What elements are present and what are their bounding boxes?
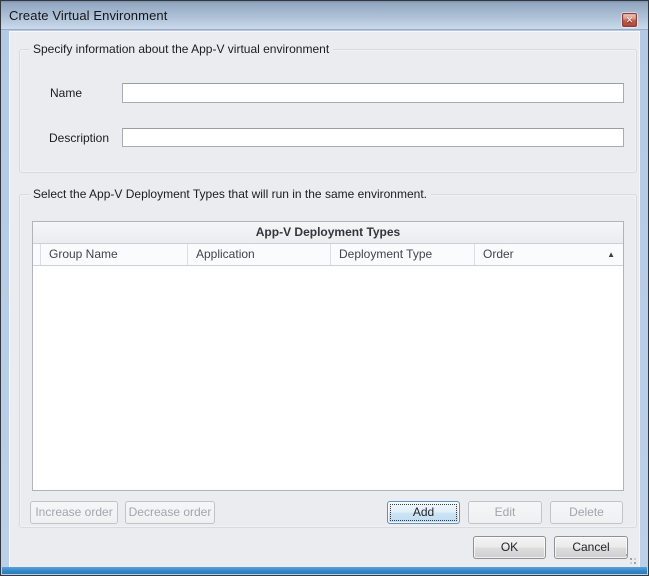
edit-button[interactable]: Edit: [468, 501, 542, 524]
description-label: Description: [49, 130, 109, 146]
cancel-button[interactable]: Cancel: [554, 536, 628, 559]
add-button[interactable]: Add: [387, 501, 460, 524]
window-title: Create Virtual Environment: [9, 8, 167, 23]
table-title: App-V Deployment Types: [33, 222, 623, 244]
increase-order-button[interactable]: Increase order: [30, 501, 118, 524]
titlebar[interactable]: Create Virtual Environment: [1, 1, 648, 30]
sort-ascending-icon: ▲: [607, 244, 615, 265]
dialog-body: Specify information about the App-V virt…: [9, 31, 640, 567]
description-input[interactable]: [122, 128, 624, 147]
close-button[interactable]: ✕: [622, 13, 637, 27]
column-header-order[interactable]: Order ▲: [475, 244, 623, 265]
deployment-types-table: App-V Deployment Types Group Name Applic…: [32, 221, 624, 491]
column-header-application[interactable]: Application: [188, 244, 331, 265]
table-header-row: Group Name Application Deployment Type O…: [33, 244, 623, 266]
name-input[interactable]: [122, 83, 624, 103]
name-label: Name: [50, 85, 82, 101]
column-header-selector[interactable]: [33, 244, 41, 265]
column-header-group-name[interactable]: Group Name: [41, 244, 188, 265]
resize-grip[interactable]: [625, 553, 637, 565]
window-frame-bottom: [2, 567, 647, 574]
column-header-order-label: Order: [483, 247, 514, 261]
ok-button[interactable]: OK: [473, 536, 546, 559]
create-virtual-environment-window: Create Virtual Environment ✕ Specify inf…: [0, 0, 649, 576]
info-groupbox-legend: Specify information about the App-V virt…: [29, 42, 333, 56]
decrease-order-button[interactable]: Decrease order: [125, 501, 215, 524]
table-empty-body[interactable]: [33, 266, 623, 490]
info-groupbox: Specify information about the App-V virt…: [19, 49, 637, 173]
deployment-groupbox-legend: Select the App-V Deployment Types that w…: [29, 187, 431, 201]
close-icon: ✕: [626, 15, 634, 25]
deployment-groupbox: Select the App-V Deployment Types that w…: [19, 194, 637, 528]
column-header-deployment-type[interactable]: Deployment Type: [331, 244, 475, 265]
delete-button[interactable]: Delete: [550, 501, 623, 524]
